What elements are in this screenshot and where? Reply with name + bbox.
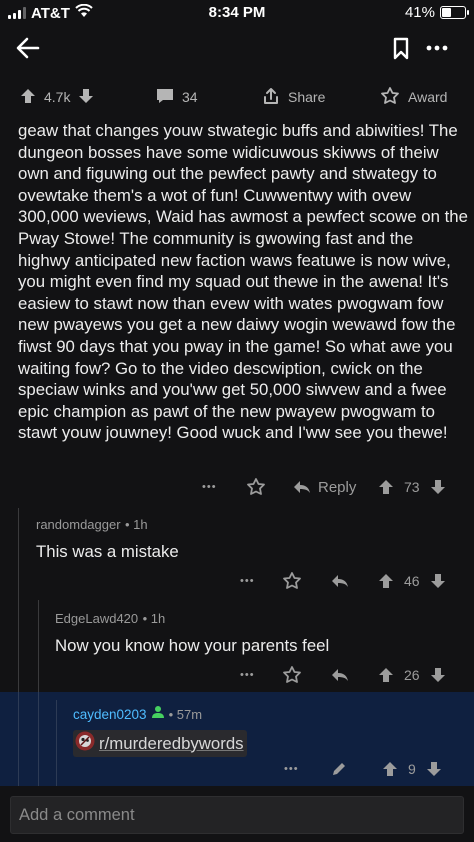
status-bar: AT&T 8:34 PM 41% xyxy=(0,0,474,26)
upvote-icon[interactable] xyxy=(20,87,36,108)
downvote-icon[interactable] xyxy=(430,478,446,496)
upvote-icon[interactable] xyxy=(378,572,394,590)
share-button[interactable]: Share xyxy=(262,84,325,110)
reply-vote-group: 46 xyxy=(378,572,446,590)
reply-vote-group: 9 xyxy=(382,760,442,778)
more-icon[interactable] xyxy=(422,34,452,62)
comment-age: • 1h xyxy=(142,611,166,626)
reply-header: EdgeLawd420 • 1h xyxy=(55,610,165,628)
reply-action-bar: ••• 46 xyxy=(230,568,460,594)
username[interactable]: cayden0203 xyxy=(73,707,147,722)
upvote-icon[interactable] xyxy=(382,760,398,778)
more-options-button[interactable]: ••• xyxy=(240,575,255,587)
more-options-button[interactable]: ••• xyxy=(284,763,299,775)
mod-icon xyxy=(151,705,165,724)
award-icon[interactable] xyxy=(282,571,302,594)
battery-level xyxy=(442,8,452,17)
thread-line xyxy=(18,598,19,692)
reply-icon[interactable] xyxy=(330,573,350,592)
reply-button[interactable]: Reply xyxy=(292,479,356,496)
username[interactable]: randomdagger xyxy=(36,517,121,532)
downvote-icon[interactable] xyxy=(426,760,442,778)
reply-header: cayden0203 • 57m xyxy=(73,705,202,724)
thread-line xyxy=(18,692,19,786)
post-action-bar: 4.7k 34 Share Award xyxy=(0,84,474,110)
comment-action-bar: ••• Reply 73 xyxy=(200,474,460,500)
upvote-icon[interactable] xyxy=(378,666,394,684)
more-options-button[interactable]: ••• xyxy=(240,669,255,681)
upvote-icon[interactable] xyxy=(378,478,394,496)
comment-score: 73 xyxy=(404,479,420,495)
reply-icon[interactable] xyxy=(330,667,350,686)
downvote-icon[interactable] xyxy=(78,87,94,108)
back-arrow-icon[interactable] xyxy=(14,34,42,62)
award-label: Award xyxy=(408,89,448,105)
reply-vote-group: 26 xyxy=(378,666,446,684)
award-button[interactable]: Award xyxy=(380,84,447,110)
post-vote-group: 4.7k xyxy=(20,84,94,110)
link-chip[interactable]: r/murderedbywords xyxy=(73,730,247,757)
highlighted-comment: cayden0203 • 57m r/murderedbywords ••• 9 xyxy=(0,692,474,786)
reply-score: 9 xyxy=(408,761,416,777)
battery-percent: 41% xyxy=(404,4,435,21)
reply-score: 46 xyxy=(404,573,420,589)
downvote-icon[interactable] xyxy=(430,666,446,684)
comment-count: 34 xyxy=(182,89,198,105)
battery-icon xyxy=(440,6,469,19)
comment-input[interactable] xyxy=(10,796,464,834)
status-right: 41% xyxy=(404,4,469,21)
comment-age: • 1h xyxy=(125,517,148,532)
nav-bar xyxy=(0,28,474,68)
post-score: 4.7k xyxy=(44,89,71,105)
share-icon xyxy=(262,87,280,108)
more-options-button[interactable]: ••• xyxy=(202,481,217,493)
comment-vote-group: 73 xyxy=(378,478,446,496)
thread-line xyxy=(56,700,57,786)
reply-score: 26 xyxy=(404,667,420,683)
thread-line xyxy=(18,508,19,598)
comment-age: • 57m xyxy=(168,707,203,722)
comment-composer xyxy=(0,786,474,842)
bookmark-icon[interactable] xyxy=(388,34,414,62)
award-icon[interactable] xyxy=(246,477,266,500)
reply-header: randomdagger • 1h xyxy=(36,516,148,534)
subreddit-link[interactable]: r/murderedbywords xyxy=(99,734,244,754)
comment-text: geaw that changes youw stwategic buffs a… xyxy=(18,121,468,443)
reply-icon xyxy=(294,481,310,493)
award-icon xyxy=(380,86,400,109)
share-label: Share xyxy=(288,89,326,105)
award-icon[interactable] xyxy=(282,665,302,688)
reply-text: Now you know how your parents feel xyxy=(55,636,330,655)
clock: 8:34 PM xyxy=(208,4,266,21)
downvote-icon[interactable] xyxy=(430,572,446,590)
username[interactable]: EdgeLawd420 xyxy=(55,611,138,626)
reply-text: This was a mistake xyxy=(36,542,179,561)
thread-line xyxy=(38,600,39,692)
reply-label: Reply xyxy=(318,478,357,496)
post-comments-button[interactable]: 34 xyxy=(156,84,198,110)
subreddit-avatar-icon xyxy=(75,731,95,756)
thread-line xyxy=(38,692,39,786)
reply-action-bar: ••• 9 xyxy=(230,756,460,782)
reply-action-bar: ••• 26 xyxy=(230,662,460,688)
edit-icon[interactable] xyxy=(330,760,348,781)
comment-icon xyxy=(156,88,174,107)
